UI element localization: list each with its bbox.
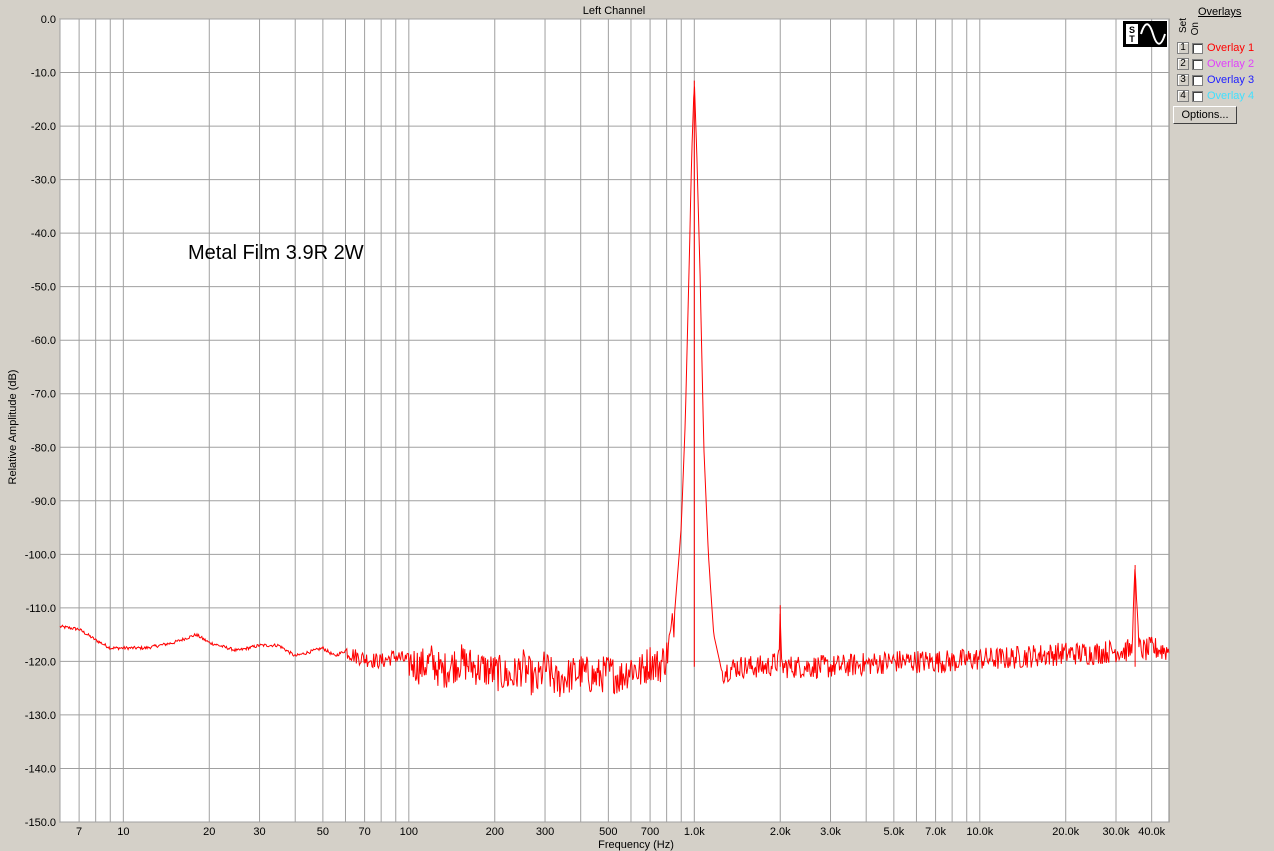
x-tick-label: 30.0k: [1103, 826, 1130, 838]
overlay-checkbox-3[interactable]: [1192, 74, 1203, 86]
x-tick-label: 7: [76, 826, 82, 838]
overlay-label-1: Overlay 1: [1207, 42, 1255, 54]
y-tick-label: -80.0: [31, 442, 56, 454]
chart-title: Left Channel: [583, 5, 645, 17]
x-axis-label: Frequency (Hz): [598, 839, 674, 851]
x-tick-label: 10: [117, 826, 129, 838]
overlay-label-4: Overlay 4: [1207, 90, 1255, 102]
overlays-title: Overlays: [1198, 6, 1242, 18]
annotation-text: Metal Film 3.9R 2W: [188, 242, 364, 264]
y-tick-label: 0.0: [41, 14, 56, 26]
x-tick-label: 10.0k: [966, 826, 993, 838]
y-tick-label: -100.0: [25, 549, 56, 561]
x-tick-label: 100: [400, 826, 418, 838]
overlay-row-3: 3 Overlay 3: [1177, 73, 1254, 87]
overlay-label-2: Overlay 2: [1207, 58, 1255, 70]
y-tick-label: -50.0: [31, 282, 56, 294]
y-tick-label: -90.0: [31, 496, 56, 508]
x-tick-label: 500: [599, 826, 617, 838]
options-button[interactable]: Options...: [1173, 106, 1237, 124]
x-tick-label: 300: [536, 826, 554, 838]
y-tick-label: -120.0: [25, 656, 56, 668]
overlay-row-1: 1 Overlay 1: [1177, 41, 1254, 55]
x-tick-label: 40.0k: [1138, 826, 1165, 838]
overlay-set-button-1[interactable]: 1: [1177, 42, 1189, 54]
y-tick-label: -30.0: [31, 175, 56, 187]
overlay-label-3: Overlay 3: [1207, 74, 1255, 86]
x-tick-label: 1.0k: [684, 826, 705, 838]
y-tick-label: -40.0: [31, 228, 56, 240]
y-tick-label: -60.0: [31, 335, 56, 347]
overlay-row-4: 4 Overlay 4: [1177, 89, 1254, 103]
x-tick-label: 7.0k: [925, 826, 946, 838]
y-tick-label: -150.0: [25, 817, 56, 829]
plot-area: [59, 18, 1170, 823]
overlay-checkbox-4[interactable]: [1192, 90, 1203, 102]
y-axis-label: Relative Amplitude (dB): [7, 370, 19, 485]
x-tick-label: 70: [358, 826, 370, 838]
overlay-set-header: Set: [1178, 18, 1189, 34]
x-tick-label: 30: [253, 826, 265, 838]
chart-svg: 0.0 -10.0 -20.0 -30.0 -40.0 -50.0 -60.0 -70.0 -8…: [0, 0, 1172, 851]
x-tick-label: 50: [317, 826, 329, 838]
y-tick-label: -130.0: [25, 710, 56, 722]
svg-text:T: T: [1129, 34, 1135, 44]
overlay-row-2: 2 Overlay 2: [1177, 57, 1254, 71]
y-tick-label: -20.0: [31, 121, 56, 133]
app-logo-icon: S T: [1123, 21, 1167, 47]
y-tick-label: -10.0: [31, 68, 56, 80]
x-tick-label: 5.0k: [883, 826, 904, 838]
overlay-set-button-4[interactable]: 4: [1177, 90, 1189, 102]
y-tick-label: -110.0: [26, 603, 56, 615]
overlay-set-button-3[interactable]: 3: [1177, 74, 1189, 86]
x-tick-label: 200: [486, 826, 504, 838]
overlay-on-header: On: [1190, 22, 1201, 36]
overlay-checkbox-1[interactable]: [1192, 42, 1203, 54]
x-tick-label: 2.0k: [770, 826, 791, 838]
y-tick-label: -140.0: [25, 763, 56, 775]
overlay-checkbox-2[interactable]: [1192, 58, 1203, 70]
x-tick-label: 20.0k: [1052, 826, 1079, 838]
overlay-set-button-2[interactable]: 2: [1177, 58, 1189, 70]
y-tick-label: -70.0: [31, 389, 56, 401]
x-tick-label: 3.0k: [820, 826, 841, 838]
x-tick-label: 700: [641, 826, 659, 838]
x-tick-label: 20: [203, 826, 215, 838]
